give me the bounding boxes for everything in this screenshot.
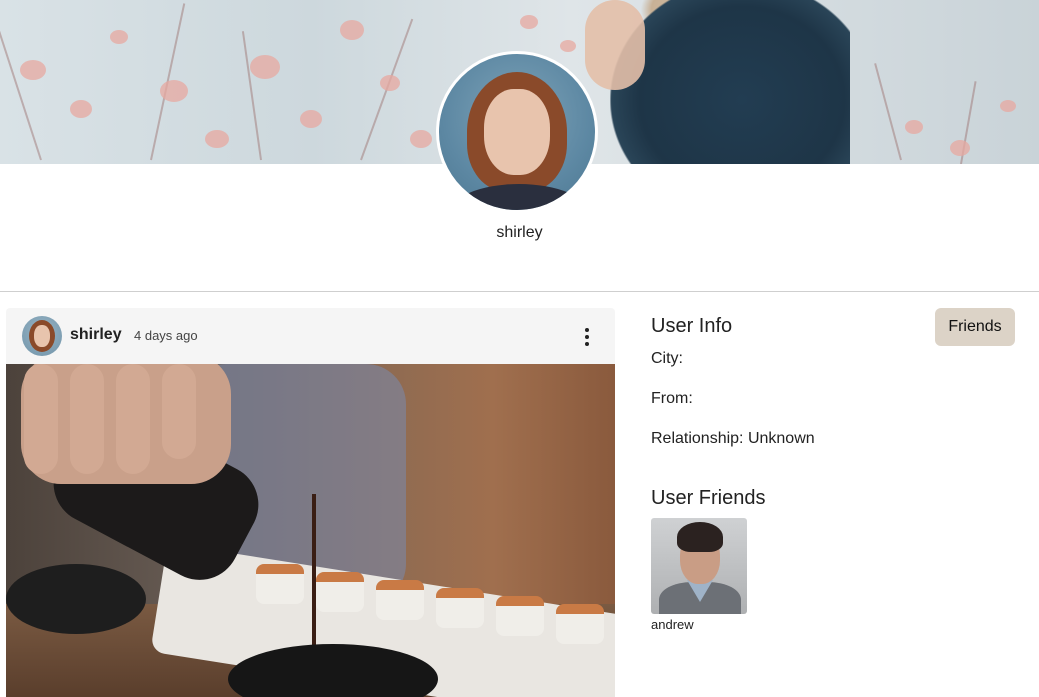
post-header: shirley 4 days ago: [6, 308, 615, 364]
header-divider: [0, 291, 1039, 292]
user-info-title: User Info: [651, 315, 733, 337]
more-vertical-icon[interactable]: [578, 326, 596, 348]
post-image: [6, 364, 615, 697]
from-field: From:: [651, 390, 693, 407]
profile-username: shirley: [496, 224, 543, 241]
friends-button[interactable]: Friends: [935, 308, 1015, 346]
post-card: shirley 4 days ago: [6, 308, 615, 697]
friend-name[interactable]: andrew: [651, 617, 747, 632]
city-field: City:: [651, 350, 683, 367]
friend-item[interactable]: andrew: [651, 518, 747, 632]
profile-avatar: [436, 51, 598, 213]
relationship-field: Relationship: Unknown: [651, 430, 815, 447]
post-author-avatar[interactable]: [22, 316, 62, 356]
post-timestamp: 4 days ago: [134, 328, 198, 343]
friend-avatar[interactable]: [651, 518, 747, 614]
user-friends-title: User Friends: [651, 487, 766, 509]
post-author-name[interactable]: shirley: [70, 326, 122, 344]
